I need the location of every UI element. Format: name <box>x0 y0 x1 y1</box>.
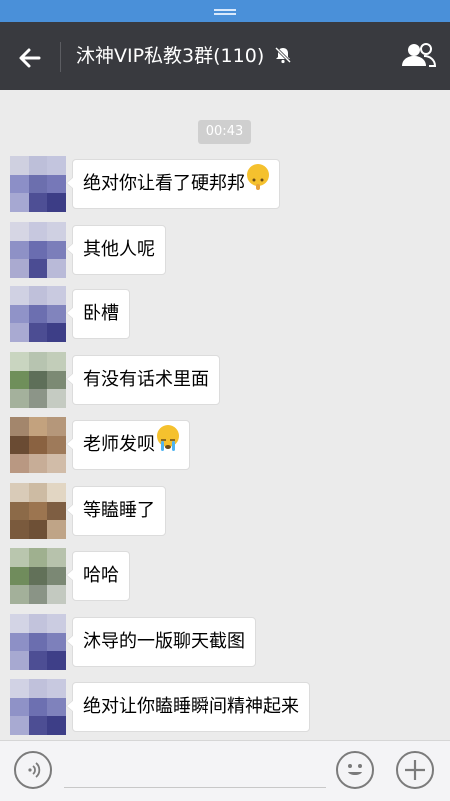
crying-face-emoji <box>157 425 179 451</box>
group-members-icon[interactable] <box>400 40 438 72</box>
avatar[interactable] <box>10 156 66 212</box>
message-text: 沐导的一版聊天截图 <box>83 631 245 652</box>
avatar[interactable] <box>10 417 66 473</box>
message-text: 有没有话术里面 <box>83 369 209 390</box>
message-timestamp: 00:43 <box>198 120 251 144</box>
message-bubble[interactable]: 绝对让你瞌睡瞬间精神起来 <box>66 682 310 732</box>
chat-area[interactable]: 00:43 绝对你让看了硬邦邦 其他人呢 卧槽 有没有话术里面 老师发呗 等瞌睡… <box>0 90 450 740</box>
title-divider <box>60 42 61 72</box>
avatar[interactable] <box>10 352 66 408</box>
message-text: 卧槽 <box>83 303 119 324</box>
message-bubble[interactable]: 其他人呢 <box>66 225 166 275</box>
chat-message: 有没有话术里面 <box>0 352 450 416</box>
chat-message: 绝对你让看了硬邦邦 <box>0 156 450 220</box>
chat-message: 卧槽 <box>0 286 450 350</box>
group-name: 沐神VIP私教3群(110) <box>76 45 265 67</box>
chat-message: 沐导的一版聊天截图 <box>0 614 450 678</box>
voice-input-button[interactable] <box>14 751 52 789</box>
plus-icon <box>405 760 425 780</box>
message-bubble[interactable]: 哈哈 <box>66 551 130 601</box>
status-bar <box>0 0 450 22</box>
message-text: 绝对让你瞌睡瞬间精神起来 <box>83 696 299 717</box>
emoji-button[interactable] <box>336 751 374 789</box>
message-text: 绝对你让看了硬邦邦 <box>83 173 245 194</box>
message-bubble[interactable]: 等瞌睡了 <box>66 486 166 536</box>
message-text: 老师发呗 <box>83 434 155 455</box>
avatar[interactable] <box>10 614 66 670</box>
message-bubble[interactable]: 老师发呗 <box>66 420 190 470</box>
bell-muted-icon <box>275 46 292 64</box>
chat-message: 绝对让你瞌睡瞬间精神起来 <box>0 679 450 740</box>
avatar[interactable] <box>10 548 66 604</box>
message-bubble[interactable]: 卧槽 <box>66 289 130 339</box>
avatar[interactable] <box>10 483 66 539</box>
chat-message: 等瞌睡了 <box>0 483 450 547</box>
message-bubble[interactable]: 绝对你让看了硬邦邦 <box>66 159 280 209</box>
avatar[interactable] <box>10 286 66 342</box>
chat-title: 沐神VIP私教3群(110) <box>76 42 292 70</box>
title-bar: 沐神VIP私教3群(110) <box>0 22 450 90</box>
avatar[interactable] <box>10 222 66 278</box>
more-button[interactable] <box>396 751 434 789</box>
shush-face-emoji <box>247 164 269 190</box>
avatar[interactable] <box>10 679 66 735</box>
chat-message: 哈哈 <box>0 548 450 612</box>
message-text: 哈哈 <box>83 565 119 586</box>
chat-message: 其他人呢 <box>0 222 450 286</box>
message-text: 其他人呢 <box>83 239 155 260</box>
back-arrow-icon[interactable] <box>12 40 48 76</box>
voice-input-icon <box>28 762 41 778</box>
input-bar <box>0 740 450 801</box>
status-bar-handle <box>214 9 236 11</box>
message-bubble[interactable]: 有没有话术里面 <box>66 355 220 405</box>
emoji-icon <box>348 764 362 775</box>
message-bubble[interactable]: 沐导的一版聊天截图 <box>66 617 256 667</box>
chat-message: 老师发呗 <box>0 417 450 481</box>
message-input[interactable] <box>64 787 326 788</box>
message-text: 等瞌睡了 <box>83 500 155 521</box>
